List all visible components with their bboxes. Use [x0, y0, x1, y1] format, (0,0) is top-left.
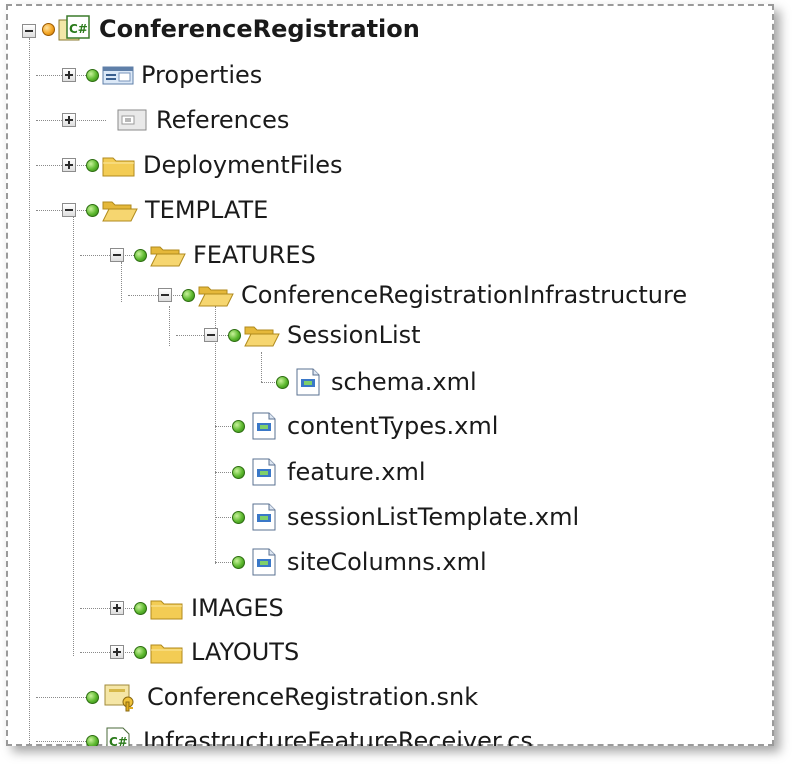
tree-line-template: [73, 216, 74, 656]
status-dot: [134, 601, 147, 615]
xml-file-icon: [296, 368, 320, 396]
tree-node-contenttypes-xml[interactable]: contentTypes.xml: [232, 411, 498, 441]
tree-node-sessionlist[interactable]: SessionList: [228, 320, 421, 350]
status-dot: [182, 288, 195, 302]
folder-open-icon: [198, 286, 234, 307]
status-dot: [86, 158, 99, 172]
tree-node-label: contentTypes.xml: [287, 412, 499, 440]
tree-line-features: [121, 262, 122, 302]
tree-node-label: SessionList: [287, 321, 421, 349]
folder-icon: [150, 644, 183, 664]
csharp-project-icon: C#: [58, 15, 90, 41]
tree-node-label: Properties: [141, 61, 263, 89]
tree-node-label: ConferenceRegistrationInfrastructure: [241, 281, 688, 309]
status-dot: [86, 690, 99, 704]
tree-node-template[interactable]: TEMPLATE: [86, 195, 268, 225]
tree-line-sessionlist: [261, 352, 262, 382]
status-dot: [86, 68, 99, 82]
expand-properties-toggle[interactable]: [62, 68, 76, 82]
tree-node-label: schema.xml: [331, 368, 477, 396]
tree-node-label: TEMPLATE: [145, 196, 269, 224]
csharp-file-icon: C#: [106, 727, 130, 746]
tree-node-sessionlisttemplate-xml[interactable]: sessionListTemplate.xml: [232, 502, 579, 532]
tree-node-label: References: [156, 106, 290, 134]
collapse-sessionlist-toggle[interactable]: [204, 328, 218, 342]
solution-tree: C# ConferenceRegistration Properties Ref…: [6, 4, 774, 746]
tree-node-snk-file[interactable]: ConferenceRegistration.snk: [86, 682, 478, 712]
status-dot: [134, 248, 147, 262]
xml-file-icon: [252, 458, 276, 486]
tree-node-label: feature.xml: [287, 458, 426, 486]
expand-layouts-toggle[interactable]: [110, 645, 124, 659]
tree-node-label: ConferenceRegistration.snk: [147, 683, 479, 711]
tree-node-label: FEATURES: [193, 241, 316, 269]
tree-line-infrastructure-children: [215, 306, 216, 564]
tree-node-label: siteColumns.xml: [287, 548, 487, 576]
tree-node-label: DeploymentFiles: [143, 151, 343, 179]
folder-open-icon: [102, 201, 138, 222]
tree-node-schema-xml[interactable]: schema.xml: [276, 367, 477, 397]
tree-node-layouts[interactable]: LAYOUTS: [134, 637, 299, 667]
status-dot: [232, 419, 245, 433]
properties-icon: [102, 66, 134, 85]
tree-line-level0: [29, 38, 30, 744]
collapse-template-toggle[interactable]: [62, 203, 76, 217]
collapse-infrastructure-toggle[interactable]: [158, 288, 172, 302]
tree-node-root-project[interactable]: C# ConferenceRegistration: [42, 14, 420, 44]
tree-line-infrastructure: [169, 306, 170, 346]
xml-file-icon: [252, 503, 276, 531]
tree-node-sitecolumns-xml[interactable]: siteColumns.xml: [232, 547, 487, 577]
tree-node-infrastructure[interactable]: ConferenceRegistrationInfrastructure: [182, 280, 687, 310]
tree-node-images[interactable]: IMAGES: [134, 593, 284, 623]
tree-node-references[interactable]: References: [110, 105, 289, 135]
xml-file-icon: [252, 548, 276, 576]
folder-icon: [150, 600, 183, 620]
tree-node-feature-xml[interactable]: feature.xml: [232, 457, 426, 487]
tree-node-label: ConferenceRegistration: [99, 15, 420, 43]
tree-node-properties[interactable]: Properties: [86, 60, 262, 90]
folder-open-icon: [244, 326, 280, 347]
svg-text:C#: C#: [109, 735, 128, 746]
tree-node-label: IMAGES: [191, 594, 284, 622]
status-dot: [232, 510, 245, 524]
tree-node-features[interactable]: FEATURES: [134, 240, 316, 270]
status-dot: [134, 645, 147, 659]
expand-deploymentfiles-toggle[interactable]: [62, 158, 76, 172]
tree-node-label: sessionListTemplate.xml: [287, 503, 580, 531]
status-dot: [232, 555, 245, 569]
tree-node-deploymentfiles[interactable]: DeploymentFiles: [86, 150, 342, 180]
status-dot: [232, 465, 245, 479]
key-file-icon: [104, 684, 134, 712]
tree-node-feature-receiver-cs[interactable]: C# InfrastructureFeatureReceiver.cs: [86, 726, 533, 746]
tree-node-label: InfrastructureFeatureReceiver.cs: [143, 727, 533, 746]
status-dot: [42, 22, 55, 36]
solution-explorer-panel: C# ConferenceRegistration Properties Ref…: [6, 4, 774, 746]
status-dot: [228, 328, 241, 342]
tree-node-label: LAYOUTS: [191, 638, 300, 666]
folder-open-icon: [150, 246, 186, 267]
status-dot: [86, 734, 99, 746]
references-icon: [117, 109, 147, 131]
svg-text:C#: C#: [69, 22, 88, 36]
expand-references-toggle[interactable]: [62, 113, 76, 127]
collapse-features-toggle[interactable]: [110, 248, 124, 262]
xml-file-icon: [252, 412, 276, 440]
status-dot: [276, 375, 289, 389]
folder-icon: [102, 157, 135, 177]
collapse-root-toggle[interactable]: [22, 24, 36, 38]
expand-images-toggle[interactable]: [110, 601, 124, 615]
status-dot: [86, 203, 99, 217]
